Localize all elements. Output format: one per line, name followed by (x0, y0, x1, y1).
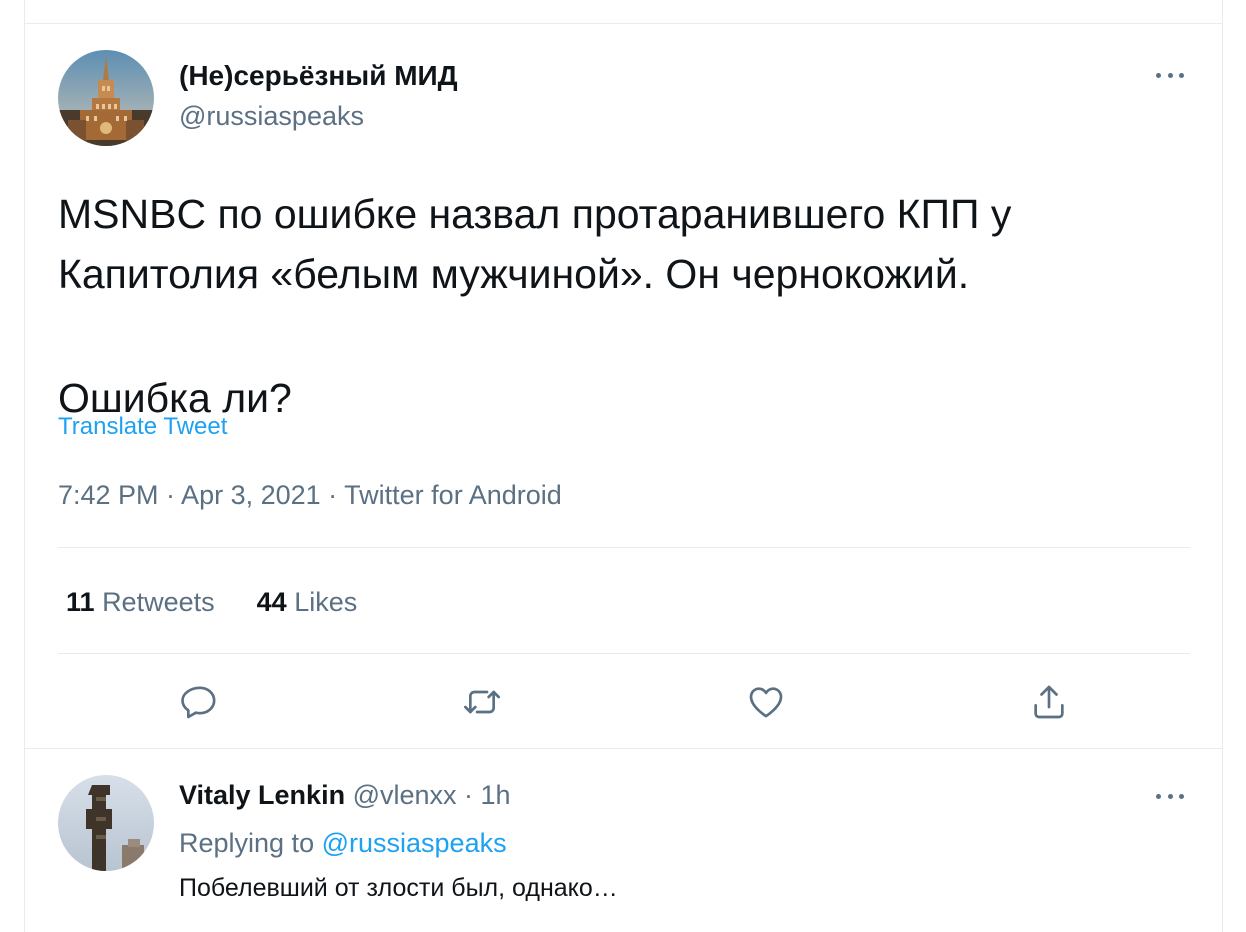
retweet-icon (464, 690, 500, 714)
tweet-text-line: Капитолия «белым мужчиной». Он чернокожи… (58, 251, 970, 297)
share-icon (1034, 685, 1064, 719)
avatar[interactable] (58, 50, 154, 146)
more-horizontal-icon[interactable] (1150, 786, 1190, 806)
avatar-building-image (58, 50, 154, 146)
reply-display-name[interactable]: Vitaly Lenkin (179, 780, 345, 810)
tweet-stats: 11 Retweets 44 Likes (66, 587, 357, 618)
reply-button[interactable] (178, 680, 222, 724)
heart-icon (749, 687, 783, 718)
tweet-text-line: MSNBC по ошибке назвал протаранившего КП… (58, 191, 1012, 237)
display-name[interactable]: (Не)серьёзный МИД (179, 60, 458, 92)
like-button[interactable] (744, 680, 788, 724)
retweets-label: Retweets (102, 587, 215, 617)
retweet-button[interactable] (460, 680, 504, 724)
reply-icon (181, 686, 216, 719)
replying-to-link[interactable]: @russiaspeaks (322, 828, 507, 858)
replying-to: Replying to @russiaspeaks (179, 828, 507, 859)
reply-text: Побелевший от злости был, однако… (179, 874, 618, 902)
reply-header: Vitaly Lenkin @vlenxx · 1h (179, 780, 511, 811)
tweet-timestamp[interactable]: 7:42 PM · Apr 3, 2021 · Twitter for Andr… (58, 480, 562, 511)
translate-tweet-link[interactable]: Translate Tweet (58, 413, 227, 441)
likes-label: Likes (294, 587, 358, 617)
share-button[interactable] (1027, 680, 1071, 724)
divider (24, 23, 1223, 24)
divider (58, 653, 1190, 654)
tweet-text: MSNBC по ошибке назвал протаранившего КП… (58, 184, 1178, 428)
divider (24, 748, 1223, 749)
likes-count: 44 (256, 587, 287, 617)
retweets-stat[interactable]: 11 Retweets (66, 587, 215, 618)
user-handle[interactable]: @russiaspeaks (179, 101, 364, 132)
reply-avatar[interactable] (58, 775, 154, 871)
replying-prefix: Replying to (179, 828, 315, 858)
more-horizontal-icon[interactable] (1150, 65, 1190, 85)
divider (58, 547, 1190, 548)
avatar-statue-image (58, 775, 154, 871)
likes-stat[interactable]: 44 Likes (257, 587, 358, 618)
retweets-count: 11 (66, 587, 95, 617)
reply-handle-time[interactable]: @vlenxx · 1h (353, 780, 511, 810)
